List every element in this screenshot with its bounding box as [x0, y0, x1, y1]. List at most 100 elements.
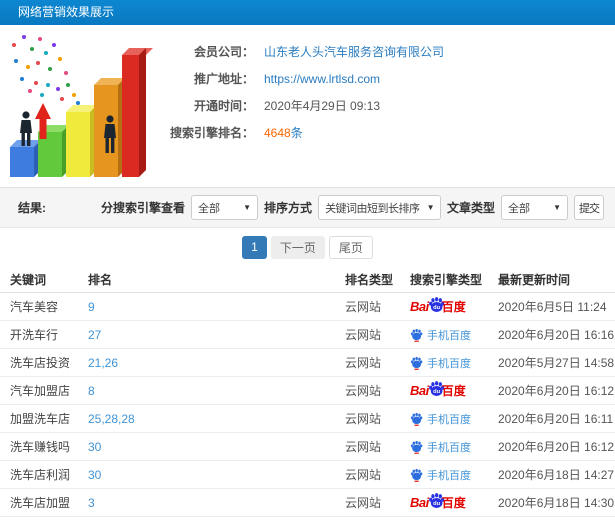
mobile-baidu-paw-icon [410, 468, 423, 482]
table-row: 洗车店加盟 3 云网站 Bai du 百度 2020年6月18日 14:30 [0, 489, 615, 517]
promo-url-row: 推广地址： https://www.lrtlsd.com [158, 65, 615, 92]
chevron-down-icon: ▼ [553, 203, 561, 212]
update-time-cell: 2020年6月18日 14:27 [498, 468, 615, 482]
rank-type-cell: 云网站 [345, 328, 382, 342]
member-company-label: 会员公司： [193, 45, 254, 59]
rank-type-cell: 云网站 [345, 468, 382, 482]
mobile-baidu-logo-icon: 手机百度 [410, 439, 471, 455]
col-header-update-time: 最新更新时间 [498, 272, 571, 287]
open-time-label: 开通时间： [193, 99, 254, 113]
col-header-rank: 排名 [88, 272, 113, 287]
pagination-last-button[interactable]: 尾页 [328, 235, 373, 259]
engine-type-cell: Bai du 百度 [410, 439, 498, 455]
result-label: 结果: [18, 201, 46, 215]
rank-link[interactable]: 27 [88, 328, 345, 342]
bars [10, 48, 153, 177]
mobile-baidu-paw-icon [410, 356, 423, 370]
engine-rank-label: 搜索引擎排名： [169, 126, 254, 140]
article-type-select[interactable]: 全部 ▼ [501, 195, 568, 220]
member-company-link[interactable]: 山东老人头汽车服务咨询有限公司 [264, 43, 444, 60]
engine-type-cell: Bai du 百度 [410, 296, 498, 317]
filter-controls: 分搜索引擎查看 全部 ▼ 排序方式 关键词由短到长排序 ▼ 文章类型 全部 ▼ … [101, 195, 604, 220]
mobile-baidu-paw-icon [410, 412, 423, 426]
pagination-next-button[interactable]: 下一页 [270, 235, 325, 259]
mobile-baidu-logo-icon: 手机百度 [410, 327, 471, 343]
rank-type-cell: 云网站 [345, 440, 382, 454]
sort-select[interactable]: 关键词由短到长排序 ▼ [318, 195, 441, 220]
baidu-logo-icon: Bai du 百度 [410, 380, 466, 401]
engine-filter-select[interactable]: 全部 ▼ [191, 195, 259, 220]
col-header-keyword: 关键词 [10, 272, 47, 287]
keyword-cell: 开洗车行 [10, 328, 59, 342]
page-title-bar: 网络营销效果展示 [0, 0, 615, 25]
keyword-cell: 洗车赚钱吗 [10, 440, 71, 454]
mobile-baidu-logo-icon: 手机百度 [410, 411, 471, 427]
rank-link[interactable]: 25,28,28 [88, 412, 345, 426]
sort-label: 排序方式 [264, 201, 313, 215]
table-row: 汽车加盟店 8 云网站 Bai du 百度 2020年6月20日 16:12 [0, 377, 615, 405]
svg-text:du: du [433, 501, 440, 507]
keyword-ranking-table: 关键词 排名 排名类型 搜索引擎类型 最新更新时间 汽车美容 9 云网站 Bai… [0, 266, 615, 517]
keyword-cell: 洗车店投资 [10, 356, 71, 370]
submit-button[interactable]: 提交 [574, 195, 604, 220]
update-time-cell: 2020年5月27日 14:58 [498, 356, 615, 370]
confetti-dots [12, 35, 80, 105]
engine-filter-selected: 全部 [198, 202, 221, 215]
rank-link[interactable]: 3 [88, 496, 345, 510]
table-body: 汽车美容 9 云网站 Bai du 百度 2020年6月5日 11:24 开洗车… [0, 293, 615, 517]
pagination: 1 下一页 尾页 [0, 228, 615, 266]
engine-rank-value: 4648条 [264, 124, 303, 141]
update-time-cell: 2020年6月20日 16:16 [498, 328, 615, 342]
svg-text:du: du [433, 305, 440, 311]
keyword-cell: 汽车加盟店 [10, 384, 71, 398]
filter-bar: 结果: 分搜索引擎查看 全部 ▼ 排序方式 关键词由短到长排序 ▼ 文章类型 全… [0, 187, 615, 228]
engine-rank-row: 搜索引擎排名： 4648条 [158, 119, 615, 146]
chevron-down-icon: ▼ [243, 203, 252, 212]
table-row: 洗车赚钱吗 30 云网站 Bai du 百度 [0, 433, 615, 461]
baidu-logo-icon: Bai du 百度 [410, 296, 466, 317]
rank-count: 4648 [264, 126, 291, 140]
rank-link[interactable]: 30 [88, 468, 345, 482]
update-time-cell: 2020年6月20日 16:12 [498, 384, 615, 398]
promo-url-label: 推广地址： [193, 72, 254, 86]
article-type-selected: 全部 [508, 202, 530, 215]
update-time-cell: 2020年6月18日 14:30 [498, 496, 615, 510]
pagination-page-1[interactable]: 1 [242, 235, 267, 259]
table-row: 洗车店投资 21,26 云网站 Bai du 百度 [0, 349, 615, 377]
engine-type-cell: Bai du 百度 [410, 467, 498, 483]
member-company-row: 会员公司： 山东老人头汽车服务咨询有限公司 [158, 38, 615, 65]
engine-type-cell: Bai du 百度 [410, 327, 498, 343]
rank-type-cell: 云网站 [345, 412, 382, 426]
keyword-cell: 洗车店加盟 [10, 496, 71, 510]
keyword-cell: 加盟洗车店 [10, 412, 71, 426]
sort-selected: 关键词由短到长排序 [325, 202, 420, 215]
rank-link[interactable]: 30 [88, 440, 345, 454]
member-info-section: 会员公司： 山东老人头汽车服务咨询有限公司 推广地址： https://www.… [0, 25, 615, 187]
mobile-baidu-paw-icon [410, 440, 423, 454]
engine-type-cell: Bai du 百度 [410, 355, 498, 371]
page-title: 网络营销效果展示 [18, 5, 115, 19]
table-row: 加盟洗车店 25,28,28 云网站 Bai du 百度 [0, 405, 615, 433]
engine-type-cell: Bai du 百度 [410, 492, 498, 513]
table-row: 洗车店利润 30 云网站 Bai du 百度 [0, 461, 615, 489]
table-row: 开洗车行 27 云网站 Bai du 百度 [0, 321, 615, 349]
engine-type-cell: Bai du 百度 [410, 411, 498, 427]
rank-type-cell: 云网站 [345, 384, 382, 398]
update-time-cell: 2020年6月20日 16:12 [498, 440, 615, 454]
svg-text:du: du [433, 389, 440, 395]
update-time-cell: 2020年6月5日 11:24 [498, 300, 607, 314]
rank-link[interactable]: 9 [88, 300, 345, 314]
col-header-engine-type: 搜索引擎类型 [410, 272, 483, 287]
baidu-logo-icon: Bai du 百度 [410, 492, 466, 513]
rank-unit: 条 [290, 126, 303, 140]
table-row: 汽车美容 9 云网站 Bai du 百度 2020年6月5日 11:24 [0, 293, 615, 321]
table-header-row: 关键词 排名 排名类型 搜索引擎类型 最新更新时间 [0, 266, 615, 293]
mobile-baidu-logo-icon: 手机百度 [410, 467, 471, 483]
keyword-cell: 汽车美容 [10, 300, 59, 314]
keyword-cell: 洗车店利润 [10, 468, 71, 482]
engine-type-cell: Bai du 百度 [410, 380, 498, 401]
rank-link[interactable]: 21,26 [88, 356, 345, 370]
promo-url-link[interactable]: https://www.lrtlsd.com [264, 72, 380, 86]
bar-chart-growth-illustration [10, 35, 153, 177]
rank-link[interactable]: 8 [88, 384, 345, 398]
